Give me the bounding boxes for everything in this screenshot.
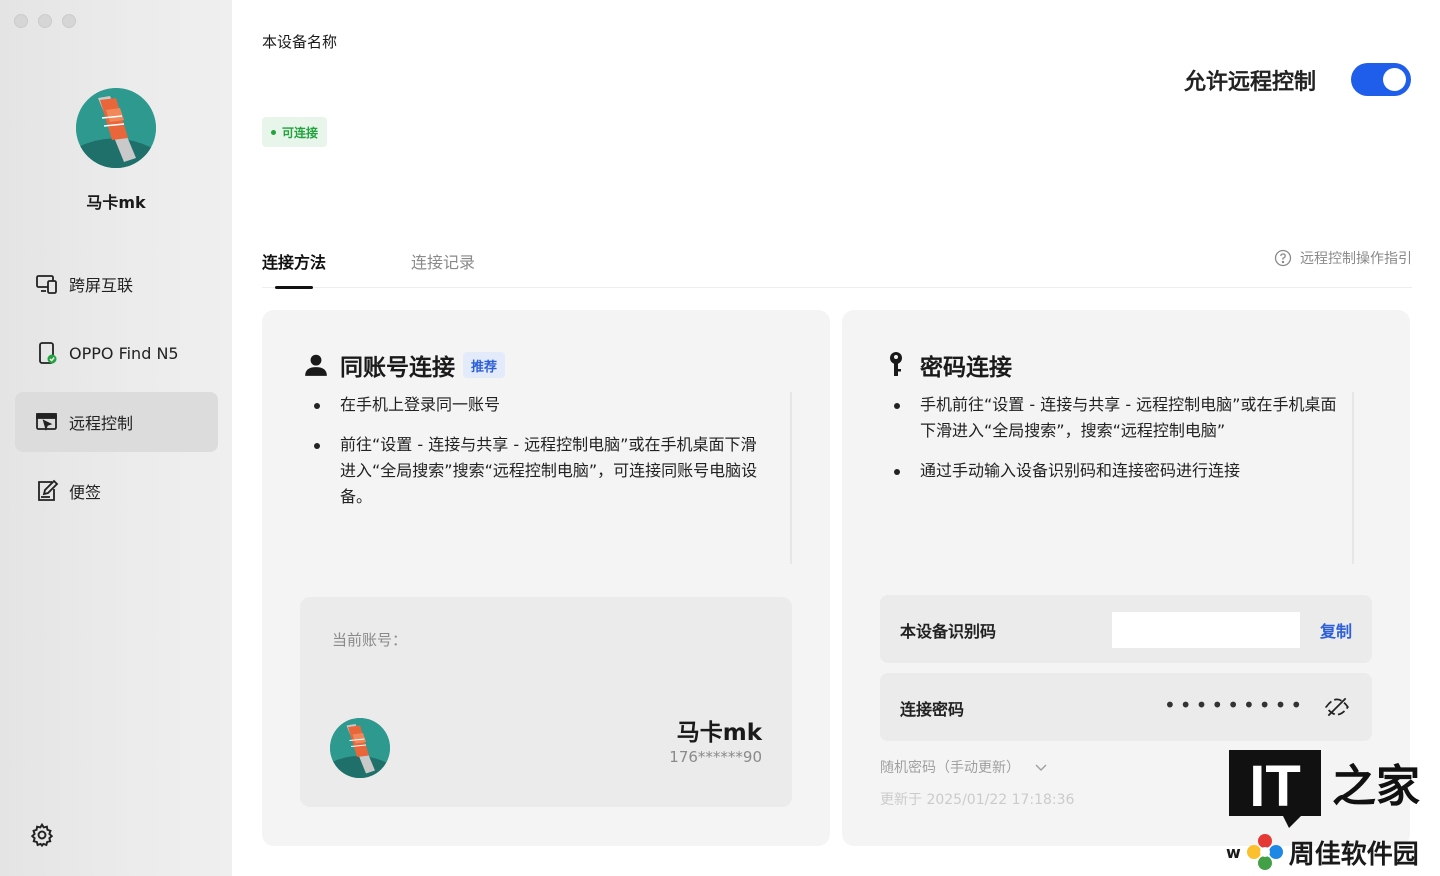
sidebar-nav: 跨屏互联 OPPO Find N5 远程控制 便签 [15,254,218,530]
site-watermark: w 周佳软件园 [1226,832,1419,872]
watermark-w: w [1226,842,1241,862]
chevron-down-icon [1034,760,1048,774]
random-password-dropdown[interactable]: 随机密码（手动更新） [880,757,1048,777]
site-name: 周佳软件园 [1288,839,1419,870]
phone-connected-icon [35,341,59,365]
scrollbar-track[interactable] [1352,392,1354,564]
same-account-title-text: 同账号连接 [340,355,455,381]
current-account-label: 当前账号： [332,631,408,649]
guide-label: 远程控制操作指引 [1300,251,1412,267]
gear-icon[interactable] [29,822,55,848]
scrollbar-track[interactable] [790,392,792,564]
sidebar-item-remote-control[interactable]: 远程控制 [15,392,218,452]
notes-icon [35,479,59,503]
key-icon [882,351,910,379]
password-connect-title-text: 密码连接 [920,355,1012,381]
screen-link-icon [35,272,59,296]
sidebar-item-label: 便签 [69,483,102,502]
password-connect-card: 密码连接 手机前往“设置 - 连接与共享 - 远程控制电脑”或在手机桌面下滑进入… [842,310,1410,846]
password-updated-time: 更新于 2025/01/22 17:18:36 [880,792,1075,808]
user-icon [302,351,330,379]
password-row: 连接密码 ••••••••• [880,673,1372,741]
device-id-label: 本设备识别码 [900,622,997,641]
main-content: 本设备名称 可连接 允许远程控制 连接方法 连接记录 远程控制操作指引 同账号连… [232,0,1440,876]
remote-control-icon [35,410,59,434]
flower-logo-icon [1245,832,1285,872]
user-name: 马卡mk [86,193,146,212]
it-home-text: 之家 [1332,761,1420,812]
toggle-knob [1383,68,1406,91]
copy-button[interactable]: 复制 [1320,618,1352,642]
step-item: 手机前往“设置 - 连接与共享 - 远程控制电脑”或在手机桌面下滑进入“全局搜索… [890,392,1350,444]
password-value: ••••••••• [1164,693,1307,717]
zoom-window-button[interactable] [62,14,76,28]
device-id-row: 本设备识别码 复制 [880,595,1372,663]
same-account-card: 同账号连接 推荐 在手机上登录同一账号 前往“设置 - 连接与共享 - 远程控制… [262,310,830,846]
current-account-panel: 当前账号： 马卡mk 176******90 [300,597,792,807]
it-home-logo: IT [1229,750,1321,828]
minimize-window-button[interactable] [38,14,52,28]
sidebar: 马卡mk 跨屏互联 OPPO Find N5 远程控制 便签 [0,0,232,876]
sidebar-item-label: 远程控制 [69,414,134,433]
sidebar-item-cross-screen[interactable]: 跨屏互联 [15,254,218,314]
random-password-label: 随机密码（手动更新） [880,760,1020,776]
step-item: 前往“设置 - 连接与共享 - 远程控制电脑”或在手机桌面下滑进入“全局搜索”搜… [310,432,770,510]
password-connect-steps: 手机前往“设置 - 连接与共享 - 远程控制电脑”或在手机桌面下滑进入“全局搜索… [890,392,1350,498]
avatar [330,718,390,778]
same-account-steps: 在手机上登录同一账号 前往“设置 - 连接与共享 - 远程控制电脑”或在手机桌面… [310,392,770,524]
same-account-title: 同账号连接 推荐 [302,348,506,382]
eye-off-icon[interactable] [1324,694,1350,720]
device-name-label: 本设备名称 [262,33,338,51]
status-badge-text: 可连接 [282,125,319,140]
tab-connect-method[interactable]: 连接方法 [262,249,326,273]
sidebar-item-label: 跨屏互联 [69,276,134,295]
avatar[interactable] [76,88,156,168]
step-item: 通过手动输入设备识别码和连接密码进行连接 [890,458,1350,484]
tab-connect-history[interactable]: 连接记录 [411,249,475,273]
device-id-field[interactable] [1112,612,1300,648]
window-controls [14,14,76,28]
tab-bar: 连接方法 连接记录 远程控制操作指引 [262,246,1412,289]
sidebar-item-oppo-find-n5[interactable]: OPPO Find N5 [15,323,218,383]
active-tab-indicator [275,286,313,289]
account-name: 马卡mk [676,720,762,746]
help-circle-icon [1274,249,1292,267]
svg-text:IT: IT [1249,754,1301,819]
account-phone: 176******90 [669,748,762,766]
close-window-button[interactable] [14,14,28,28]
recommended-badge: 推荐 [463,352,506,378]
status-badge: 可连接 [262,117,328,147]
step-item: 在手机上登录同一账号 [310,392,770,418]
password-label: 连接密码 [900,700,965,719]
operation-guide-link[interactable]: 远程控制操作指引 [1274,248,1412,268]
sidebar-item-label: OPPO Find N5 [69,343,179,363]
sidebar-item-notes[interactable]: 便签 [15,461,218,521]
allow-remote-label: 允许远程控制 [1184,70,1317,95]
password-connect-title: 密码连接 [882,348,1012,382]
allow-remote-toggle[interactable] [1351,63,1411,96]
status-dot [271,129,276,135]
